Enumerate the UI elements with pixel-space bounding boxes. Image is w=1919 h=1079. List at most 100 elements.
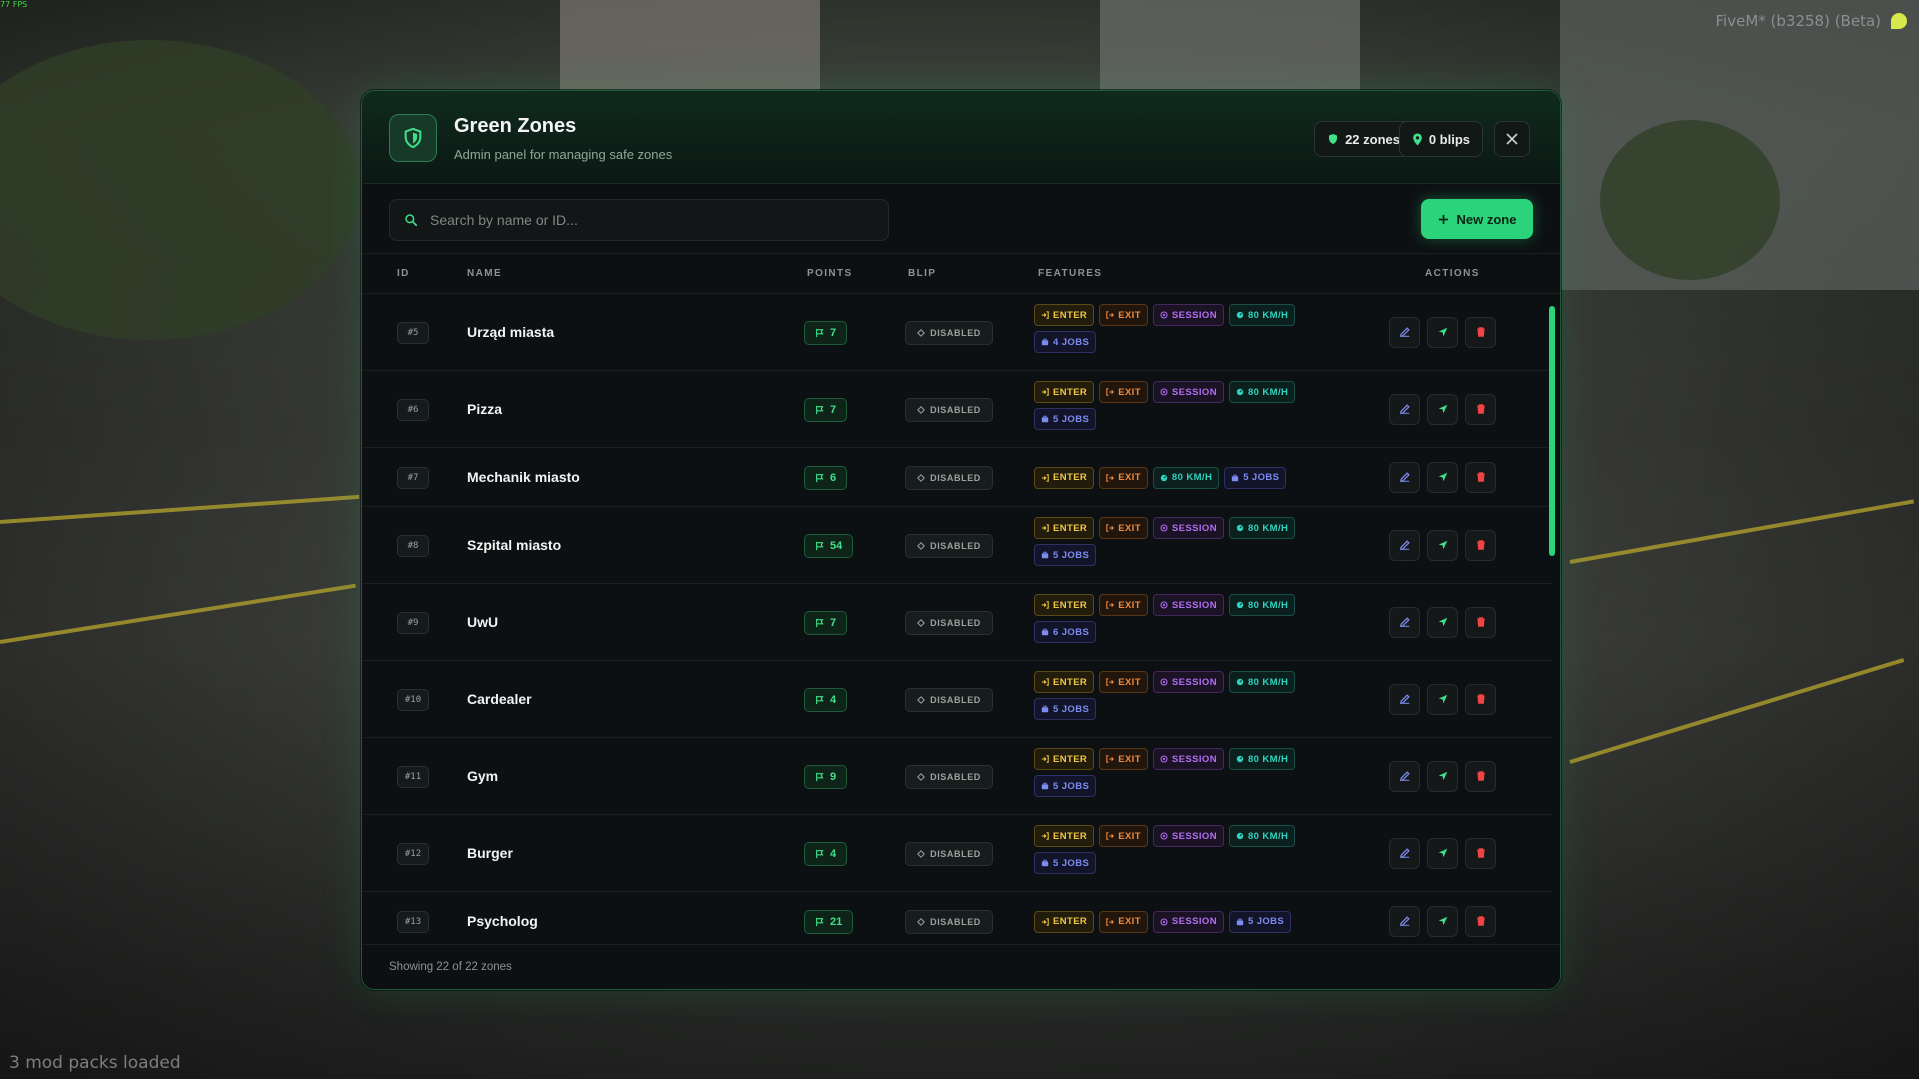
new-zone-button[interactable]: New zone: [1421, 199, 1533, 239]
edit-zone-button[interactable]: [1389, 683, 1420, 715]
diamond-icon: [917, 618, 926, 627]
teleport-zone-button[interactable]: [1427, 529, 1458, 561]
session-icon: [1160, 832, 1168, 840]
flag-icon: [816, 695, 824, 704]
blip-status-badge: DISABLED: [905, 465, 993, 490]
close-button[interactable]: [1494, 121, 1530, 157]
delete-zone-button[interactable]: [1465, 461, 1496, 493]
edit-zone-button[interactable]: [1389, 529, 1420, 561]
diamond-icon: [917, 695, 926, 704]
edit-zone-button[interactable]: [1389, 837, 1420, 869]
points-value: 4: [830, 847, 837, 860]
feature-label: 80 KM/H: [1247, 753, 1289, 765]
feature-label: 80 KM/H: [1247, 676, 1289, 688]
teleport-zone-button[interactable]: [1427, 905, 1458, 937]
zones-table-body: #5 Urząd miasta 7 DISABLED ENTER EXIT SESSION 8…: [362, 294, 1560, 939]
feature-badge-exit: EXIT: [1099, 910, 1148, 933]
zone-name: Szpital miasto: [467, 536, 562, 553]
delete-zone-button[interactable]: [1465, 316, 1496, 348]
table-row[interactable]: #8 Szpital miasto 54 DISABLED ENTER EXIT SESSI…: [362, 507, 1552, 584]
column-blip: BLIP: [908, 268, 937, 279]
delete-zone-button[interactable]: [1465, 760, 1496, 792]
feature-badge-enter: ENTER: [1034, 381, 1095, 403]
delete-zone-button[interactable]: [1465, 905, 1496, 937]
feature-label: ENTER: [1053, 916, 1088, 927]
edit-zone-button[interactable]: [1389, 461, 1420, 493]
zone-id-badge: #10: [397, 688, 429, 711]
feature-label: 80 KM/H: [1247, 830, 1289, 842]
trash-icon: [1476, 617, 1485, 627]
column-points: POINTS: [807, 268, 853, 279]
enter-icon: [1041, 832, 1049, 840]
table-row[interactable]: #13 Psycholog 21 DISABLED ENTER EXIT SESSION 5 …: [362, 892, 1552, 939]
zone-points-badge: 54: [804, 533, 854, 558]
search-box: [389, 199, 889, 241]
feature-badge-exit: EXIT: [1099, 304, 1148, 326]
feature-label: 5 JOBS: [1053, 549, 1090, 561]
exit-icon: [1106, 388, 1115, 396]
row-actions: [1389, 316, 1496, 348]
edit-zone-button[interactable]: [1389, 393, 1420, 425]
feature-badge-enter: ENTER: [1034, 748, 1095, 770]
feature-badge-jobs: 5 JOBS: [1034, 408, 1097, 430]
feature-label: 5 JOBS: [1247, 916, 1285, 927]
feature-label: ENTER: [1053, 676, 1088, 688]
zone-name: Pizza: [467, 400, 503, 417]
shield-icon: [1329, 134, 1338, 144]
feature-badge-session: SESSION: [1152, 594, 1224, 616]
delete-zone-button[interactable]: [1465, 393, 1496, 425]
session-icon: [1160, 601, 1168, 609]
flag-icon: [816, 849, 824, 858]
feature-label: ENTER: [1053, 753, 1088, 765]
delete-zone-button[interactable]: [1465, 606, 1496, 638]
teleport-zone-button[interactable]: [1427, 760, 1458, 792]
search-icon: [405, 214, 418, 227]
briefcase-icon: [1232, 474, 1239, 481]
edit-icon: [1399, 472, 1410, 483]
teleport-zone-button[interactable]: [1427, 837, 1458, 869]
blip-status-label: DISABLED: [930, 916, 981, 927]
background-tree: [1600, 120, 1780, 280]
feature-badge-session: SESSION: [1152, 748, 1224, 770]
zone-features: ENTER EXIT SESSION 80 KM/H 5 JOBS: [1034, 671, 1334, 720]
teleport-zone-button[interactable]: [1427, 461, 1458, 493]
feature-label: EXIT: [1118, 472, 1141, 483]
table-row[interactable]: #5 Urząd miasta 7 DISABLED ENTER EXIT SESSION 8…: [362, 294, 1552, 371]
navigation-icon: [1438, 617, 1447, 627]
delete-zone-button[interactable]: [1465, 837, 1496, 869]
blip-status-badge: DISABLED: [905, 320, 993, 345]
blip-status-label: DISABLED: [930, 694, 981, 705]
blip-status-label: DISABLED: [930, 848, 981, 859]
feature-badge-jobs: 5 JOBS: [1228, 910, 1292, 933]
speedometer-icon: [1236, 311, 1244, 319]
teleport-zone-button[interactable]: [1427, 393, 1458, 425]
green-zones-panel: Green Zones Admin panel for managing saf…: [361, 90, 1561, 990]
edit-zone-button[interactable]: [1389, 905, 1420, 937]
feature-badge-speed: 80 KM/H: [1228, 304, 1296, 326]
diamond-icon: [917, 473, 926, 482]
feature-label: SESSION: [1171, 830, 1217, 842]
trash-icon: [1476, 472, 1485, 482]
feature-label: SESSION: [1171, 599, 1217, 611]
table-row[interactable]: #12 Burger 4 DISABLED ENTER EXIT SESSION 80 KM/…: [362, 815, 1552, 892]
zone-features: ENTER EXIT SESSION 80 KM/H 5 JOBS: [1034, 748, 1334, 797]
edit-zone-button[interactable]: [1389, 606, 1420, 638]
table-row[interactable]: #9 UwU 7 DISABLED ENTER EXIT SESSION 80 KM/H 6 J…: [362, 584, 1552, 661]
edit-zone-button[interactable]: [1389, 760, 1420, 792]
scrollbar-thumb[interactable]: [1549, 306, 1555, 556]
teleport-zone-button[interactable]: [1427, 606, 1458, 638]
table-row[interactable]: #10 Cardealer 4 DISABLED ENTER EXIT SESSION 80 …: [362, 661, 1552, 738]
table-row[interactable]: #6 Pizza 7 DISABLED ENTER EXIT SESSION 80 KM/H 5…: [362, 371, 1552, 448]
table-row[interactable]: #7 Mechanik miasto 6 DISABLED ENTER EXIT 80 KM…: [362, 448, 1552, 507]
teleport-zone-button[interactable]: [1427, 316, 1458, 348]
background-tree: [0, 40, 360, 340]
edit-icon: [1399, 694, 1410, 705]
edit-zone-button[interactable]: [1389, 316, 1420, 348]
search-input[interactable]: [430, 212, 870, 228]
table-row[interactable]: #11 Gym 9 DISABLED ENTER EXIT SESSION 80 KM/H 5 …: [362, 738, 1552, 815]
toolbar: New zone: [362, 184, 1560, 254]
enter-icon: [1041, 917, 1049, 926]
teleport-zone-button[interactable]: [1427, 683, 1458, 715]
delete-zone-button[interactable]: [1465, 529, 1496, 561]
delete-zone-button[interactable]: [1465, 683, 1496, 715]
